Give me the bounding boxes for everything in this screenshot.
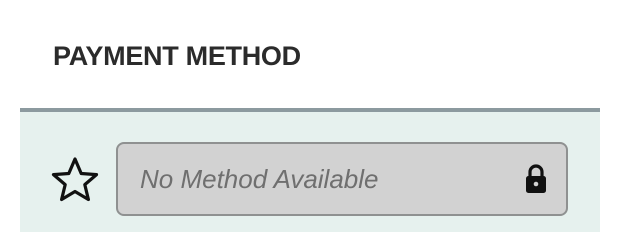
payment-method-section: PAYMENT METHOD No Method Available: [0, 0, 620, 246]
payment-method-placeholder: No Method Available: [140, 163, 379, 194]
favorite-star-button[interactable]: [50, 155, 100, 208]
star-outline-icon: [50, 155, 100, 208]
payment-method-panel: No Method Available: [20, 108, 600, 232]
payment-method-title: PAYMENT METHOD: [53, 41, 301, 71]
payment-method-field[interactable]: No Method Available: [116, 142, 568, 216]
lock-icon: [524, 163, 548, 195]
